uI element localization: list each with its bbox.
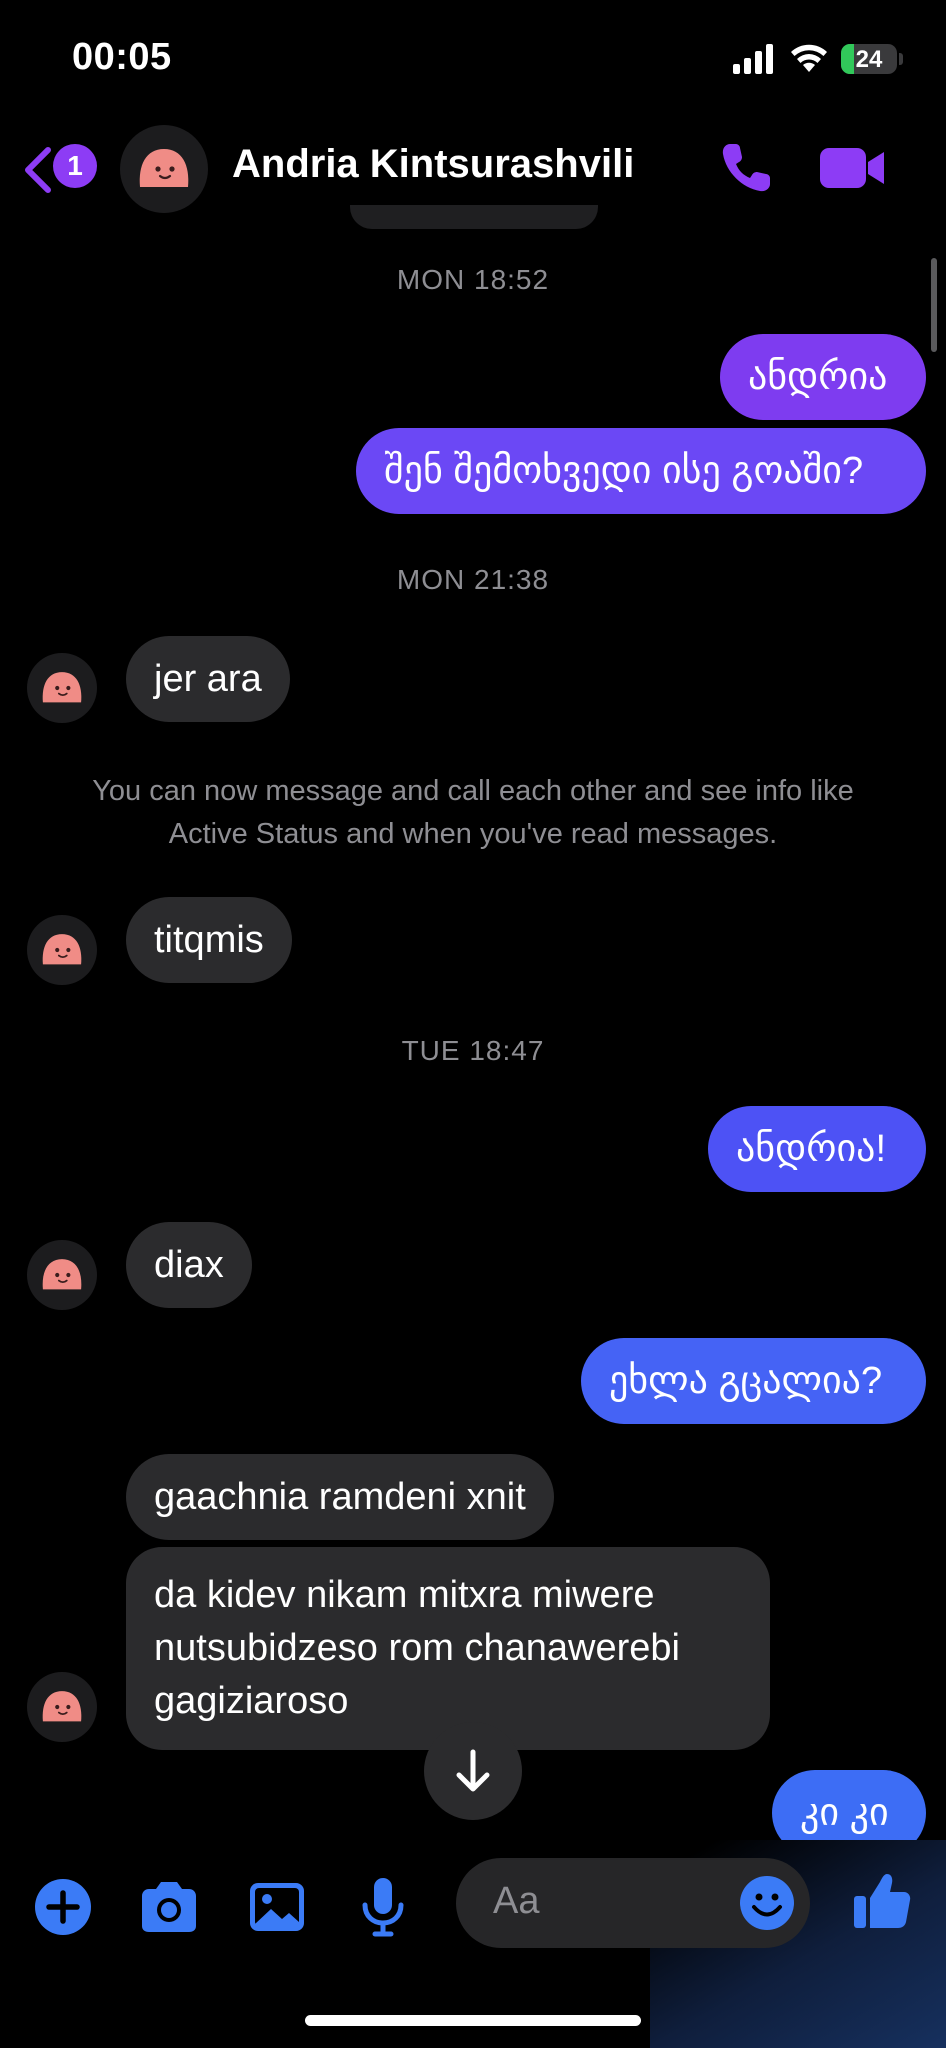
message-bubble[interactable]: jer ara (126, 636, 290, 722)
avatar[interactable] (27, 915, 97, 985)
battery-level: 24 (855, 46, 883, 73)
avatar[interactable] (27, 1240, 97, 1310)
battery-indicator: 24 (841, 44, 897, 74)
phone-icon[interactable] (718, 140, 774, 196)
message-input-placeholder: Aa (493, 1880, 540, 1922)
wifi-icon (791, 44, 827, 72)
message-bubble[interactable]: titqmis (126, 897, 292, 983)
thumbs-up-icon[interactable] (852, 1870, 912, 1932)
photo-icon[interactable] (244, 1874, 310, 1940)
blob-avatar-icon (42, 672, 82, 703)
message-bubble[interactable]: diax (126, 1222, 252, 1308)
status-time: 00:05 (72, 36, 172, 78)
timestamp: MON 21:38 (396, 564, 550, 595)
blob-avatar-icon (42, 1259, 82, 1290)
message-bubble[interactable]: შენ შემოხვედი ისე გოაში? (356, 428, 926, 514)
home-indicator[interactable] (305, 2015, 641, 2026)
contact-name[interactable]: Andria Kintsurashvili (232, 142, 634, 187)
plus-circle-icon[interactable] (30, 1874, 96, 1940)
system-message: You can now message and call each other … (92, 775, 854, 850)
message-bubble[interactable]: ანდრია (720, 334, 926, 420)
message-fragment (350, 205, 598, 229)
avatar[interactable] (120, 125, 208, 213)
arrow-down-icon (456, 1749, 490, 1792)
camera-icon[interactable] (136, 1874, 202, 1940)
scroll-to-bottom-button[interactable] (424, 1722, 522, 1820)
chevron-left-icon[interactable] (20, 145, 54, 195)
blob-avatar-icon (42, 1691, 82, 1722)
blob-avatar-icon (139, 149, 189, 187)
timestamp: TUE 18:47 (401, 1035, 545, 1066)
message-bubble[interactable]: da kidev nikam mitxra miwere nutsubidzes… (126, 1547, 770, 1750)
blob-avatar-icon (42, 934, 82, 965)
microphone-icon[interactable] (350, 1874, 416, 1940)
message-bubble[interactable]: ეხლა გცალია? (581, 1338, 926, 1424)
avatar[interactable] (27, 1672, 97, 1742)
battery-tip (899, 53, 903, 65)
avatar[interactable] (27, 653, 97, 723)
emoji-icon[interactable] (738, 1874, 796, 1932)
video-camera-icon[interactable] (818, 144, 886, 192)
cellular-signal-icon (733, 44, 773, 74)
message-bubble[interactable]: ანდრია! (708, 1106, 926, 1192)
unread-count-badge[interactable]: 1 (53, 144, 97, 188)
message-bubble[interactable]: gaachnia ramdeni xnit (126, 1454, 554, 1540)
timestamp: MON 18:52 (396, 264, 550, 295)
